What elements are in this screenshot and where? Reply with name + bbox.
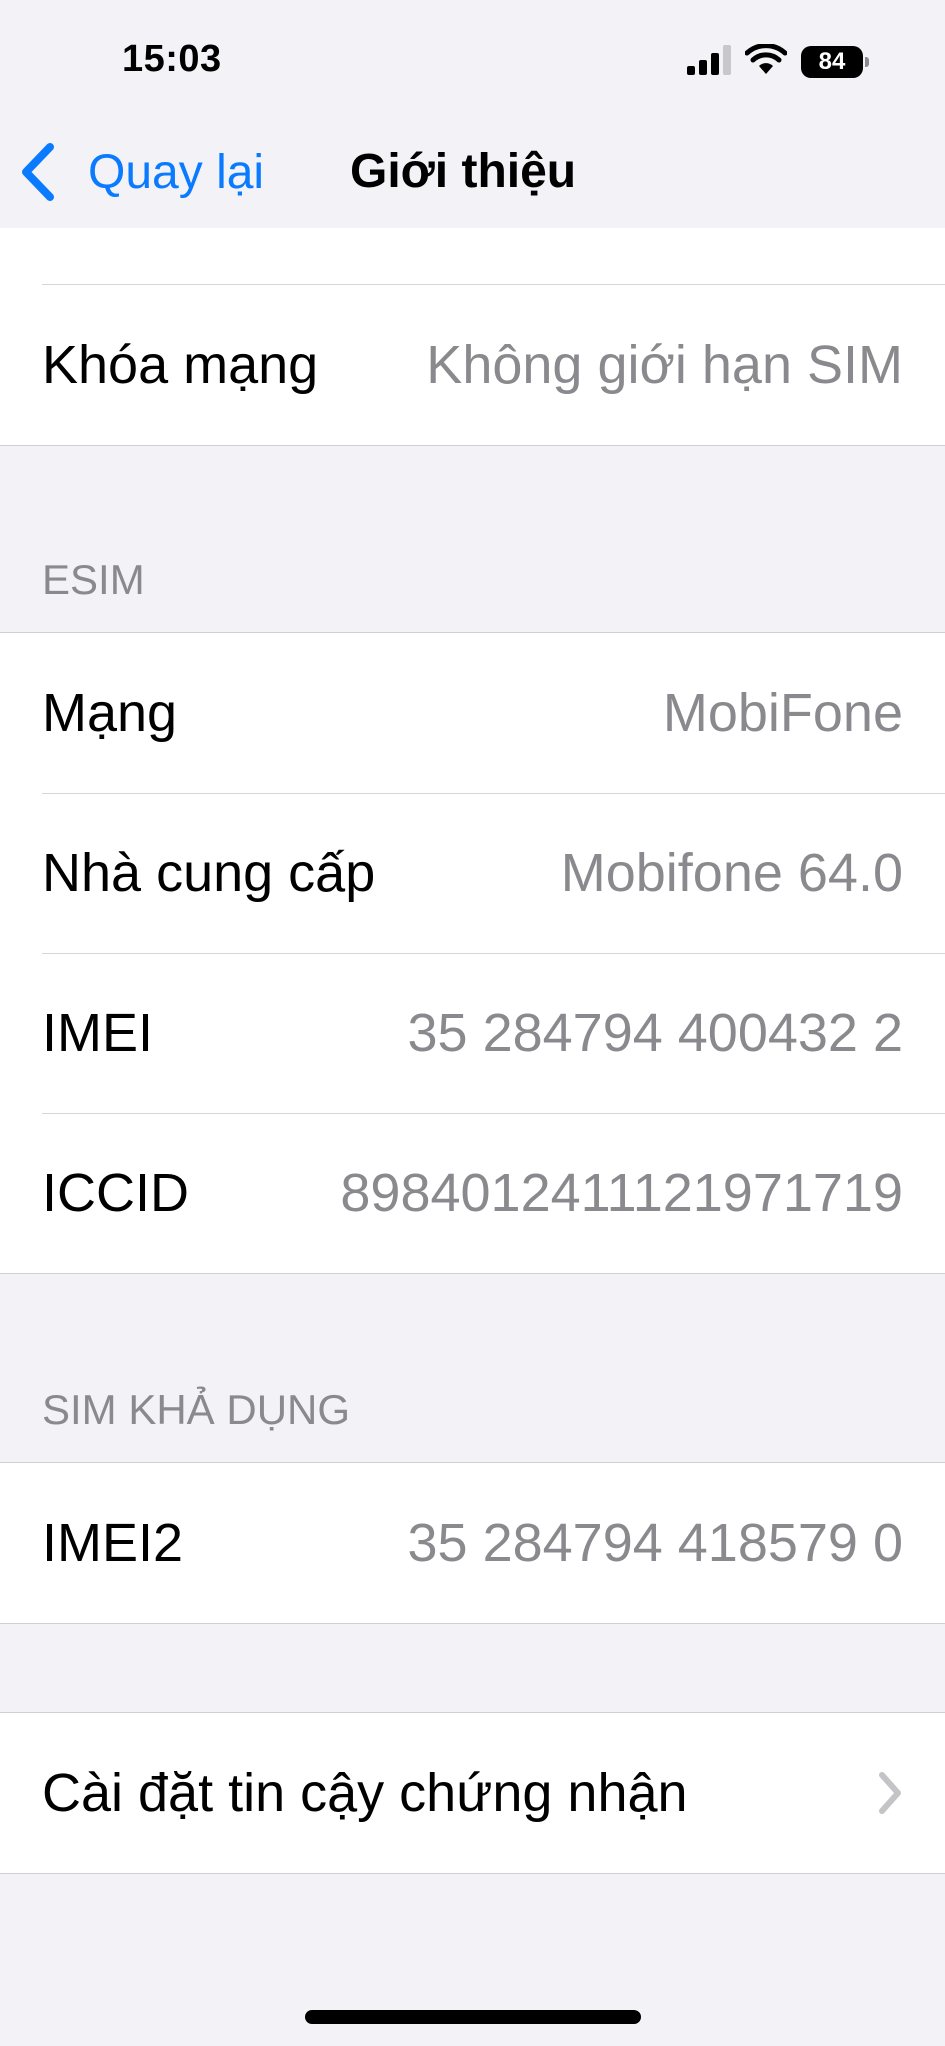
- row-value: 35 284794 400432 2: [407, 1003, 904, 1063]
- list-item-iccid: ICCID 8984012411121971719: [0, 1113, 945, 1273]
- certificate-group: Cài đặt tin cậy chứng nhận: [0, 1712, 945, 1874]
- navigation-bar: Quay lại Giới thiệu: [0, 120, 945, 229]
- chevron-left-icon: [20, 140, 66, 204]
- section-header-available-sim: SIM KHẢ DỤNG: [42, 1386, 351, 1433]
- row-label: ICCID: [42, 1163, 189, 1223]
- row-label: IMEI2: [42, 1513, 184, 1573]
- chevron-right-icon: [877, 1771, 903, 1815]
- row-value: MobiFone: [662, 683, 903, 743]
- list-item-network: Mạng MobiFone: [0, 633, 945, 793]
- status-bar: 15:03 84: [0, 0, 945, 120]
- list-item-imei: IMEI 35 284794 400432 2: [0, 953, 945, 1113]
- row-label: Nhà cung cấp: [42, 843, 376, 903]
- esim-group: Mạng MobiFone Nhà cung cấp Mobifone 64.0…: [0, 632, 945, 1274]
- row-label: Mạng: [42, 683, 178, 743]
- battery-icon: 84: [801, 46, 869, 78]
- battery-level: 84: [818, 48, 846, 75]
- back-button[interactable]: Quay lại: [20, 140, 264, 204]
- page-title: Giới thiệu: [350, 145, 577, 198]
- wifi-icon: [744, 42, 788, 81]
- list-item-cut-off: [0, 228, 945, 284]
- status-time: 15:03: [122, 38, 222, 80]
- row-label: Khóa mạng: [42, 334, 319, 395]
- back-label: Quay lại: [88, 145, 265, 199]
- row-value: Không giới hạn SIM: [426, 334, 903, 395]
- row-label: Cài đặt tin cậy chứng nhận: [42, 1763, 688, 1823]
- row-value: 8984012411121971719: [340, 1163, 903, 1223]
- list-item-carrier: Nhà cung cấp Mobifone 64.0: [0, 793, 945, 953]
- status-icons: 84: [687, 42, 869, 82]
- section-header-esim: ESIM: [42, 556, 145, 603]
- network-lock-group: Khóa mạng Không giới hạn SIM: [0, 228, 945, 446]
- list-item-network-lock: Khóa mạng Không giới hạn SIM: [0, 284, 945, 445]
- list-item-imei2: IMEI2 35 284794 418579 0: [0, 1463, 945, 1623]
- row-value: Mobifone 64.0: [560, 843, 903, 903]
- row-value: 35 284794 418579 0: [407, 1513, 904, 1573]
- available-sim-group: IMEI2 35 284794 418579 0: [0, 1462, 945, 1624]
- home-indicator[interactable]: [305, 2010, 641, 2024]
- row-label: IMEI: [42, 1003, 154, 1063]
- cellular-signal-icon: [687, 44, 731, 80]
- certificate-trust-settings-row[interactable]: Cài đặt tin cậy chứng nhận: [0, 1713, 945, 1873]
